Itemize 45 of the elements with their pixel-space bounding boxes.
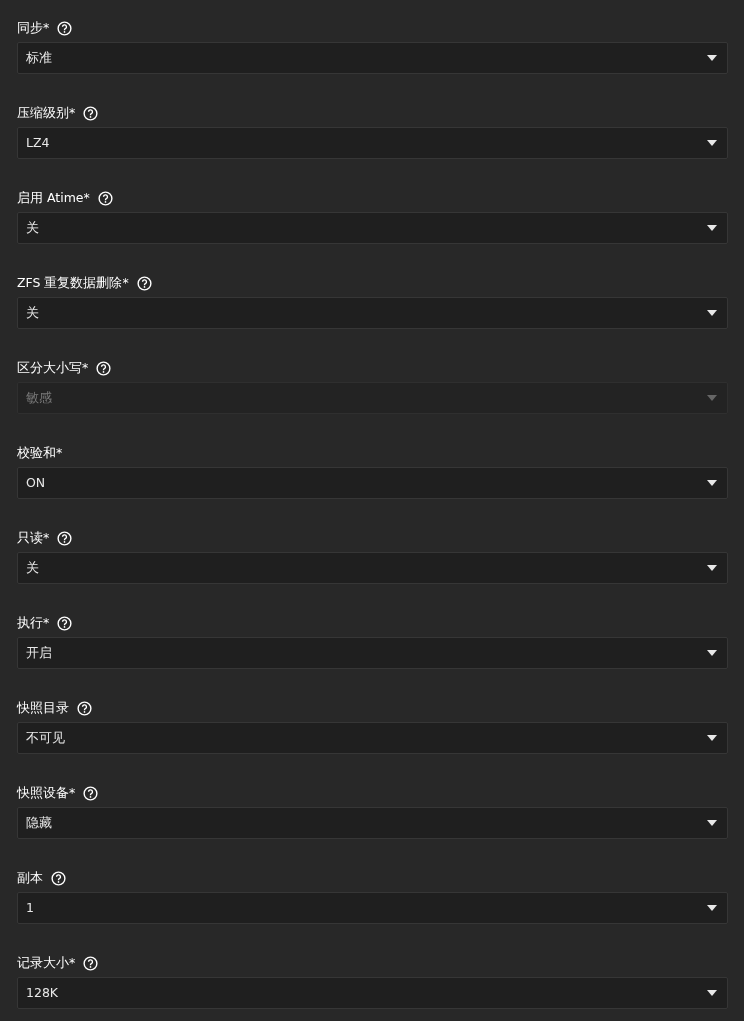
select-field[interactable]: LZ4 bbox=[17, 127, 728, 159]
caret-icon bbox=[707, 480, 717, 486]
caret-icon bbox=[707, 820, 717, 826]
field-label: 只读* bbox=[17, 529, 50, 547]
help-icon[interactable] bbox=[97, 190, 113, 206]
select-field[interactable]: 关 bbox=[17, 297, 728, 329]
select-field[interactable]: 1 bbox=[17, 892, 728, 924]
field-label: ZFS 重复数据删除* bbox=[17, 274, 129, 292]
help-icon[interactable] bbox=[83, 955, 99, 971]
caret-icon bbox=[707, 990, 717, 996]
select-field[interactable]: 不可见 bbox=[17, 722, 728, 754]
help-icon[interactable] bbox=[57, 530, 73, 546]
caret-icon bbox=[707, 140, 717, 146]
caret-icon bbox=[707, 735, 717, 741]
select-field[interactable]: ON bbox=[17, 467, 728, 499]
field-label: 启用 Atime* bbox=[17, 189, 90, 207]
field-label: 快照目录 bbox=[17, 699, 69, 717]
field-label: 快照设备* bbox=[17, 784, 76, 802]
caret-icon bbox=[707, 650, 717, 656]
help-icon[interactable] bbox=[83, 785, 99, 801]
help-icon[interactable] bbox=[57, 615, 73, 631]
caret-icon bbox=[707, 565, 717, 571]
field-label: 执行* bbox=[17, 614, 50, 632]
select-field[interactable]: 关 bbox=[17, 212, 728, 244]
select-field[interactable]: 128K bbox=[17, 977, 728, 1009]
help-icon[interactable] bbox=[57, 20, 73, 36]
select-field[interactable]: 隐藏 bbox=[17, 807, 728, 839]
help-icon[interactable] bbox=[136, 275, 152, 291]
select-field[interactable]: 关 bbox=[17, 552, 728, 584]
field-label: 压缩级别* bbox=[17, 104, 76, 122]
caret-icon bbox=[707, 310, 717, 316]
caret-icon bbox=[707, 55, 717, 61]
caret-icon bbox=[707, 905, 717, 911]
help-icon[interactable] bbox=[83, 105, 99, 121]
field-label: 校验和* bbox=[17, 444, 63, 462]
caret-icon bbox=[707, 225, 717, 231]
help-icon[interactable] bbox=[51, 870, 66, 886]
caret-icon bbox=[707, 395, 717, 401]
field-label: 副本 bbox=[17, 869, 43, 887]
field-label: 同步* bbox=[17, 19, 50, 37]
field-label: 记录大小* bbox=[17, 954, 76, 972]
field-label: 区分大小写* bbox=[17, 359, 89, 377]
select-field[interactable]: 标准 bbox=[17, 42, 728, 74]
help-icon[interactable] bbox=[77, 700, 92, 716]
select-field[interactable]: 开启 bbox=[17, 637, 728, 669]
